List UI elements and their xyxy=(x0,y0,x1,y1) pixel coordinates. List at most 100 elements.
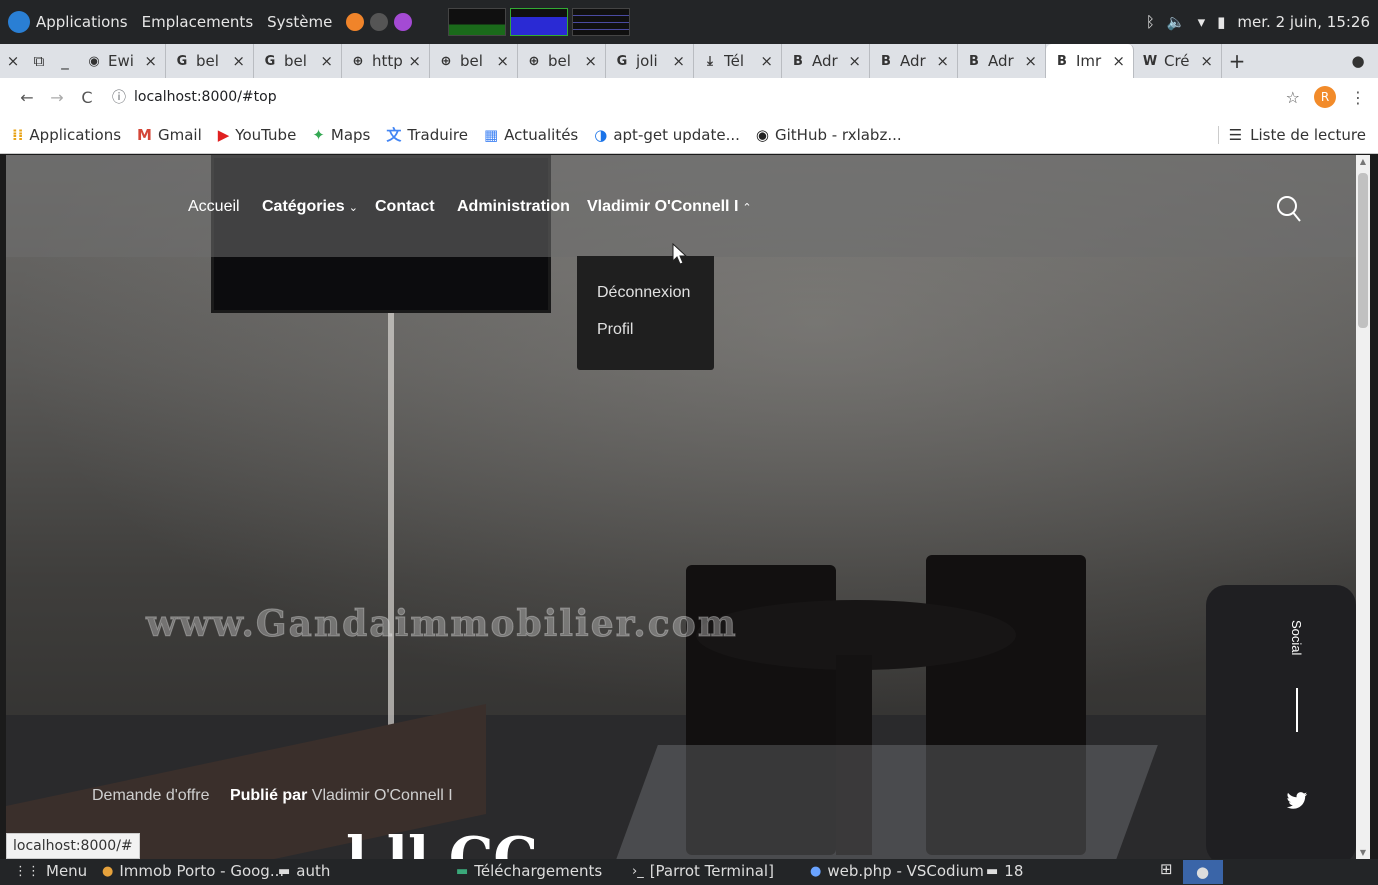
bookmark-star-icon[interactable]: ☆ xyxy=(1286,88,1300,107)
taskbar-chrome-label: Immob Porto - Goog... xyxy=(119,862,285,880)
close-window-icon[interactable]: × xyxy=(0,52,26,70)
taskbar-folder-auth[interactable]: ▬ auth xyxy=(278,862,330,880)
tab-close-icon[interactable]: × xyxy=(320,52,333,70)
globe-icon: ⊕ xyxy=(440,53,452,69)
browser-menu-icon[interactable]: ⋮ xyxy=(1350,88,1366,107)
text-editor-icon[interactable] xyxy=(394,13,413,31)
taskbar-auth-label: auth xyxy=(296,862,331,880)
downloads-icon: ▬ xyxy=(456,863,469,879)
dropdown-profile[interactable]: Profil xyxy=(577,321,714,358)
published-by-label: Publié par xyxy=(229,787,308,804)
dropdown-logout[interactable]: Déconnexion xyxy=(577,284,714,321)
bookmark-label: Traduire xyxy=(407,125,468,144)
scroll-down-icon[interactable]: ▼ xyxy=(1356,848,1370,857)
nav-user-menu[interactable]: Vladimir O'Connell I ⌃ xyxy=(587,198,752,216)
nav-administration[interactable]: Administration xyxy=(457,198,570,216)
taskbar-menu[interactable]: ⋮⋮ Menu xyxy=(14,862,87,880)
tab-close-icon[interactable]: × xyxy=(496,52,509,70)
tab-search-icon[interactable]: ● xyxy=(1338,52,1378,70)
tab-2[interactable]: Gbel × xyxy=(254,44,342,78)
browser-toolbar: ← → C ⓘ localhost:8000/#top ☆ R ⋮ xyxy=(0,78,1378,116)
bookmark-3[interactable]: ✦ Maps xyxy=(312,124,370,145)
battery-icon[interactable]: ▮ xyxy=(1217,13,1225,31)
post-author[interactable]: Vladimir O'Connell I xyxy=(312,787,453,804)
tab-11[interactable]: B Imr × xyxy=(1046,44,1134,78)
tab-close-icon[interactable]: × xyxy=(760,52,773,70)
scroll-up-icon[interactable]: ▲ xyxy=(1356,157,1370,166)
address-url: localhost:8000/#top xyxy=(134,89,277,105)
scroll-thumb[interactable] xyxy=(1358,173,1368,328)
tab-close-icon[interactable]: × xyxy=(1112,52,1125,70)
tab-close-icon[interactable]: × xyxy=(936,52,949,70)
workspace-icon[interactable]: ⊞ xyxy=(1160,860,1173,884)
profile-avatar[interactable]: R xyxy=(1314,86,1336,108)
new-tab-button[interactable]: + xyxy=(1222,49,1252,73)
bookmark-0[interactable]: ⁞⁞ Applications xyxy=(12,124,121,145)
search-icon[interactable] xyxy=(1276,195,1302,223)
tab-close-icon[interactable]: × xyxy=(144,52,157,70)
minimize-window-icon[interactable]: _ xyxy=(52,52,78,70)
bookmark-4[interactable]: 文 Traduire xyxy=(386,124,468,145)
tab-10[interactable]: B Adr × xyxy=(958,44,1046,78)
tab-6[interactable]: Gjoli × xyxy=(606,44,694,78)
tab-8[interactable]: B Adr × xyxy=(782,44,870,78)
bookmark-2[interactable]: ▶ YouTube xyxy=(218,124,297,145)
tab-close-icon[interactable]: × xyxy=(232,52,245,70)
restore-window-icon[interactable]: ⧉ xyxy=(26,52,52,70)
chrome-icon: ● xyxy=(102,863,114,879)
tray-chrome-icon[interactable]: ● xyxy=(1182,860,1223,884)
bluetooth-icon[interactable]: ᛒ xyxy=(1146,13,1155,31)
os-menu-applications[interactable]: Applications xyxy=(36,13,128,31)
wifi-icon[interactable]: ▾ xyxy=(1198,13,1206,31)
firefox-icon[interactable] xyxy=(346,13,365,31)
bookmark-6[interactable]: ◑ apt-get update... xyxy=(594,124,740,145)
os-menu-system[interactable]: Système xyxy=(267,13,332,31)
bookmark-label: Gmail xyxy=(157,125,202,144)
volume-icon[interactable]: 🔈 xyxy=(1167,13,1186,31)
nav-contact[interactable]: Contact xyxy=(375,198,435,216)
tab-0[interactable]: ◉ Ewi × xyxy=(78,44,166,78)
hero-glass-table xyxy=(614,745,1158,859)
reload-icon[interactable]: C xyxy=(72,88,102,107)
nav-categories[interactable]: Catégories ⌄ xyxy=(262,198,358,216)
nav-home[interactable]: Accueil xyxy=(188,198,240,216)
bootstrap-icon: B xyxy=(969,53,979,69)
terminal-icon[interactable] xyxy=(370,13,389,31)
os-menu-places[interactable]: Emplacements xyxy=(142,13,254,31)
bookmark-1[interactable]: M Gmail xyxy=(137,124,202,145)
forward-icon[interactable]: → xyxy=(42,88,72,107)
taskbar-chrome-window[interactable]: ● Immob Porto - Goog... xyxy=(102,862,284,880)
taskbar-folder-18[interactable]: ▬ 18 xyxy=(986,862,1023,880)
translate-icon: 文 xyxy=(386,126,402,144)
tab-close-icon[interactable]: × xyxy=(1200,52,1213,70)
site-info-icon[interactable]: ⓘ xyxy=(112,87,126,107)
tab-9[interactable]: B Adr × xyxy=(870,44,958,78)
taskbar-terminal[interactable]: ›_ [Parrot Terminal] xyxy=(632,862,774,880)
taskbar-vscodium-label: web.php - VSCodium xyxy=(827,862,984,880)
twitter-icon[interactable] xyxy=(1286,791,1308,811)
tab-3[interactable]: ⊕ http × xyxy=(342,44,430,78)
tab-1[interactable]: Gbel × xyxy=(166,44,254,78)
nav-user-label: Vladimir O'Connell I xyxy=(587,198,739,215)
clock[interactable]: mer. 2 juin, 15:26 xyxy=(1237,13,1370,31)
bookmark-5[interactable]: ▦ Actualités xyxy=(484,124,578,145)
tab-close-icon[interactable]: × xyxy=(408,52,421,70)
taskbar-downloads[interactable]: ▬ Téléchargements xyxy=(456,862,602,880)
tab-close-icon[interactable]: × xyxy=(848,52,861,70)
tab-close-icon[interactable]: × xyxy=(672,52,685,70)
post-category[interactable]: Demande d'offre xyxy=(92,787,210,804)
social-divider xyxy=(1296,688,1298,732)
bookmark-7[interactable]: ◉ GitHub - rxlabz... xyxy=(756,124,902,145)
back-icon[interactable]: ← xyxy=(12,88,42,107)
taskbar-vscodium[interactable]: ● web.php - VSCodium xyxy=(810,862,984,880)
parrot-logo-icon[interactable] xyxy=(8,11,30,33)
address-bar[interactable]: ⓘ localhost:8000/#top xyxy=(112,87,277,107)
tab-4[interactable]: ⊕ bel × xyxy=(430,44,518,78)
tab-7[interactable]: ⤓ Tél × xyxy=(694,44,782,78)
tab-close-icon[interactable]: × xyxy=(584,52,597,70)
reading-list-button[interactable]: ☰ Liste de lecture xyxy=(1217,125,1366,144)
tab-close-icon[interactable]: × xyxy=(1024,52,1037,70)
tab-5[interactable]: ⊕ bel × xyxy=(518,44,606,78)
page-scrollbar[interactable]: ▲ ▼ xyxy=(1356,155,1370,859)
tab-12[interactable]: W Cré × xyxy=(1134,44,1222,78)
